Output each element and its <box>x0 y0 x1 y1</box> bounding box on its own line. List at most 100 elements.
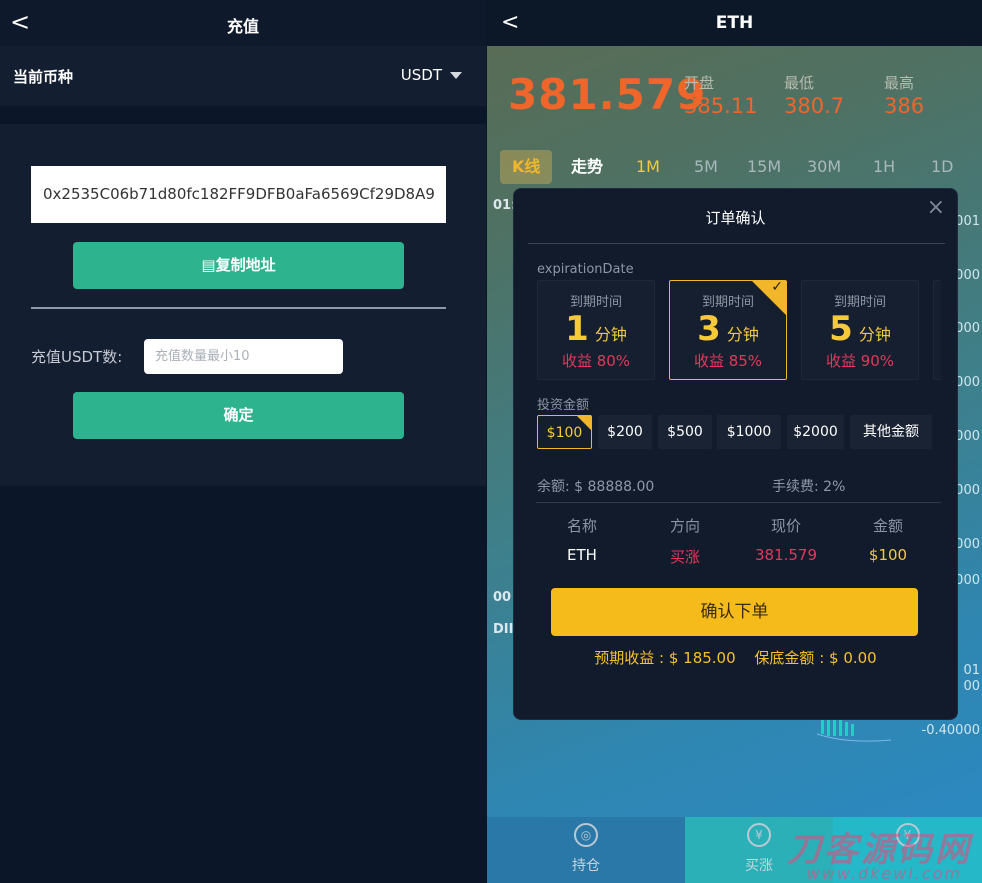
axis-tick: 000 <box>955 483 980 498</box>
order-name: ETH <box>567 546 597 564</box>
yen-icon: ¥ <box>747 823 771 847</box>
axis-label: 00 <box>493 590 512 605</box>
option-profit: 收益 85% <box>693 352 763 370</box>
axis-tick: 001 <box>955 214 980 229</box>
amount-option-other[interactable]: 其他金额 <box>850 415 932 449</box>
check-icon: ✓ <box>771 279 783 295</box>
close-icon[interactable]: × <box>927 195 945 220</box>
copy-address-label: 复制地址 <box>215 256 276 274</box>
amount-option-selected[interactable]: $100 <box>537 415 592 449</box>
trade-screen: < ETH 381.579 开盘 385.11 最低 380.7 最高 386 … <box>487 0 982 883</box>
tab-1d[interactable]: 1D <box>931 150 954 184</box>
axis-label: DII <box>493 622 514 637</box>
nav-label: 持仓 <box>572 858 600 874</box>
tab-5m[interactable]: 5M <box>694 150 718 184</box>
nav-holdings[interactable]: ◎ 持仓 <box>487 817 685 883</box>
divider <box>536 502 941 503</box>
axis-tick: 000 <box>955 429 980 444</box>
axis-tick: 01 <box>963 663 980 678</box>
stat-label: 最低 <box>784 74 815 92</box>
recharge-screen: < 充值 当前币种 USDT 0x2535C06b71d80fc182FF9DF… <box>0 0 486 883</box>
order-direction: 买涨 <box>669 548 700 566</box>
currency-selector[interactable]: 当前币种 USDT <box>0 46 486 106</box>
option-top: 到期时间 <box>833 295 886 310</box>
header: < ETH <box>487 0 982 46</box>
tab-1m[interactable]: 1M <box>636 150 660 184</box>
header: < 充值 <box>0 0 486 46</box>
selected-corner <box>577 416 591 430</box>
coins-icon: ◎ <box>574 823 598 847</box>
copy-icon: ▤ <box>201 256 216 274</box>
axis-tick: 00 <box>963 679 980 694</box>
amount-option[interactable]: $500 <box>658 415 712 449</box>
confirm-button[interactable]: 确定 <box>73 392 404 439</box>
option-number: 5 <box>829 309 853 349</box>
option-number: 1 <box>565 309 589 349</box>
axis-tick: 000 <box>955 321 980 336</box>
fee: 手续费: 2% <box>772 479 846 495</box>
axis-tick: 000 <box>955 268 980 283</box>
expected-profit: 预期收益 : $ 185.00 <box>594 649 736 667</box>
expiration-option[interactable]: 到期时间 5 分钟 收益 90% <box>801 280 919 380</box>
axis-tick: 000 <box>955 537 980 552</box>
stat-label: 开盘 <box>684 74 715 92</box>
current-price: 381.579 <box>508 70 707 119</box>
option-number: 3 <box>697 309 721 349</box>
option-profit: 收益 80% <box>561 352 631 370</box>
currency-label: 当前币种 <box>13 68 74 86</box>
option-top: 到期时间 <box>569 295 622 310</box>
col-header: 金额 <box>872 517 903 535</box>
col-header: 名称 <box>566 517 597 535</box>
amount-input[interactable] <box>144 339 343 374</box>
stat-low: 最低 380.7 <box>784 72 844 118</box>
place-order-button[interactable]: 确认下单 <box>551 588 918 636</box>
order-summary: 预期收益 : $ 185.00 保底金额 : $ 0.00 <box>514 647 957 668</box>
col-header: 方向 <box>669 517 700 535</box>
page-title: 充值 <box>226 17 259 36</box>
tab-1h[interactable]: 1H <box>873 150 895 184</box>
chart-tabs: K线 走势 1M 5M 15M 30M 1H 1D <box>497 150 977 184</box>
amount-label: 充值USDT数: <box>31 348 123 366</box>
tab-15m[interactable]: 15M <box>747 150 781 184</box>
order-amount: $100 <box>868 546 908 564</box>
currency-value-text: USDT <box>400 66 442 84</box>
axis-tick: 000 <box>955 573 980 588</box>
wallet-address: 0x2535C06b71d80fc182FF9DFB0aFa6569Cf29D8… <box>31 166 446 223</box>
page-title: ETH <box>715 13 754 33</box>
stat-label: 最高 <box>884 74 915 92</box>
stat-value: 380.7 <box>784 94 845 118</box>
balance: 余额: $ 88888.00 <box>537 479 655 495</box>
tab-trend[interactable]: 走势 <box>571 150 603 184</box>
option-unit: 分钟 <box>858 325 891 344</box>
divider <box>528 243 945 244</box>
watermark-url: www.dkewl.com <box>806 864 962 883</box>
copy-address-button[interactable]: ▤复制地址 <box>73 242 404 289</box>
amount-option[interactable]: $2000 <box>787 415 844 449</box>
guaranteed-amount: 保底金额 : $ 0.00 <box>754 649 877 667</box>
amount-option[interactable]: $200 <box>598 415 652 449</box>
recharge-panel: 0x2535C06b71d80fc182FF9DFB0aFa6569Cf29D8… <box>0 124 486 486</box>
stat-value: 385.11 <box>684 94 758 118</box>
currency-value[interactable]: USDT <box>401 66 462 84</box>
option-unit: 分钟 <box>594 325 627 344</box>
axis-tick: -0.40000 <box>921 723 980 738</box>
bottom-nav: ◎ 持仓 ¥ 买涨 ¥ 刀客源码网 www.dkewl.com <box>487 817 982 883</box>
expiration-label: expirationDate <box>537 262 634 277</box>
tab-30m[interactable]: 30M <box>807 150 841 184</box>
amount-option[interactable]: $1000 <box>717 415 781 449</box>
axis-tick: 000 <box>955 375 980 390</box>
chevron-down-icon <box>450 72 462 79</box>
divider <box>31 307 446 309</box>
order-confirm-dialog: 订单确认 × expirationDate 到期时间 1 分钟 收益 80% ✓ … <box>513 188 958 720</box>
tab-kline[interactable]: K线 <box>500 150 553 184</box>
stat-high: 最高 386 <box>884 72 924 118</box>
invest-amount-label: 投资金额 <box>537 398 590 413</box>
expiration-option[interactable]: 到期时间 1 分钟 收益 80% <box>537 280 655 380</box>
expiration-option-overflow[interactable] <box>933 280 941 380</box>
option-profit: 收益 90% <box>825 352 895 370</box>
expiration-option-selected[interactable]: ✓ 到期时间 3 分钟 收益 85% <box>669 279 787 380</box>
dialog-title: 订单确认 <box>705 209 766 227</box>
option-unit: 分钟 <box>726 325 759 344</box>
stat-value: 386 <box>884 94 925 118</box>
stat-open: 开盘 385.11 <box>684 72 757 118</box>
